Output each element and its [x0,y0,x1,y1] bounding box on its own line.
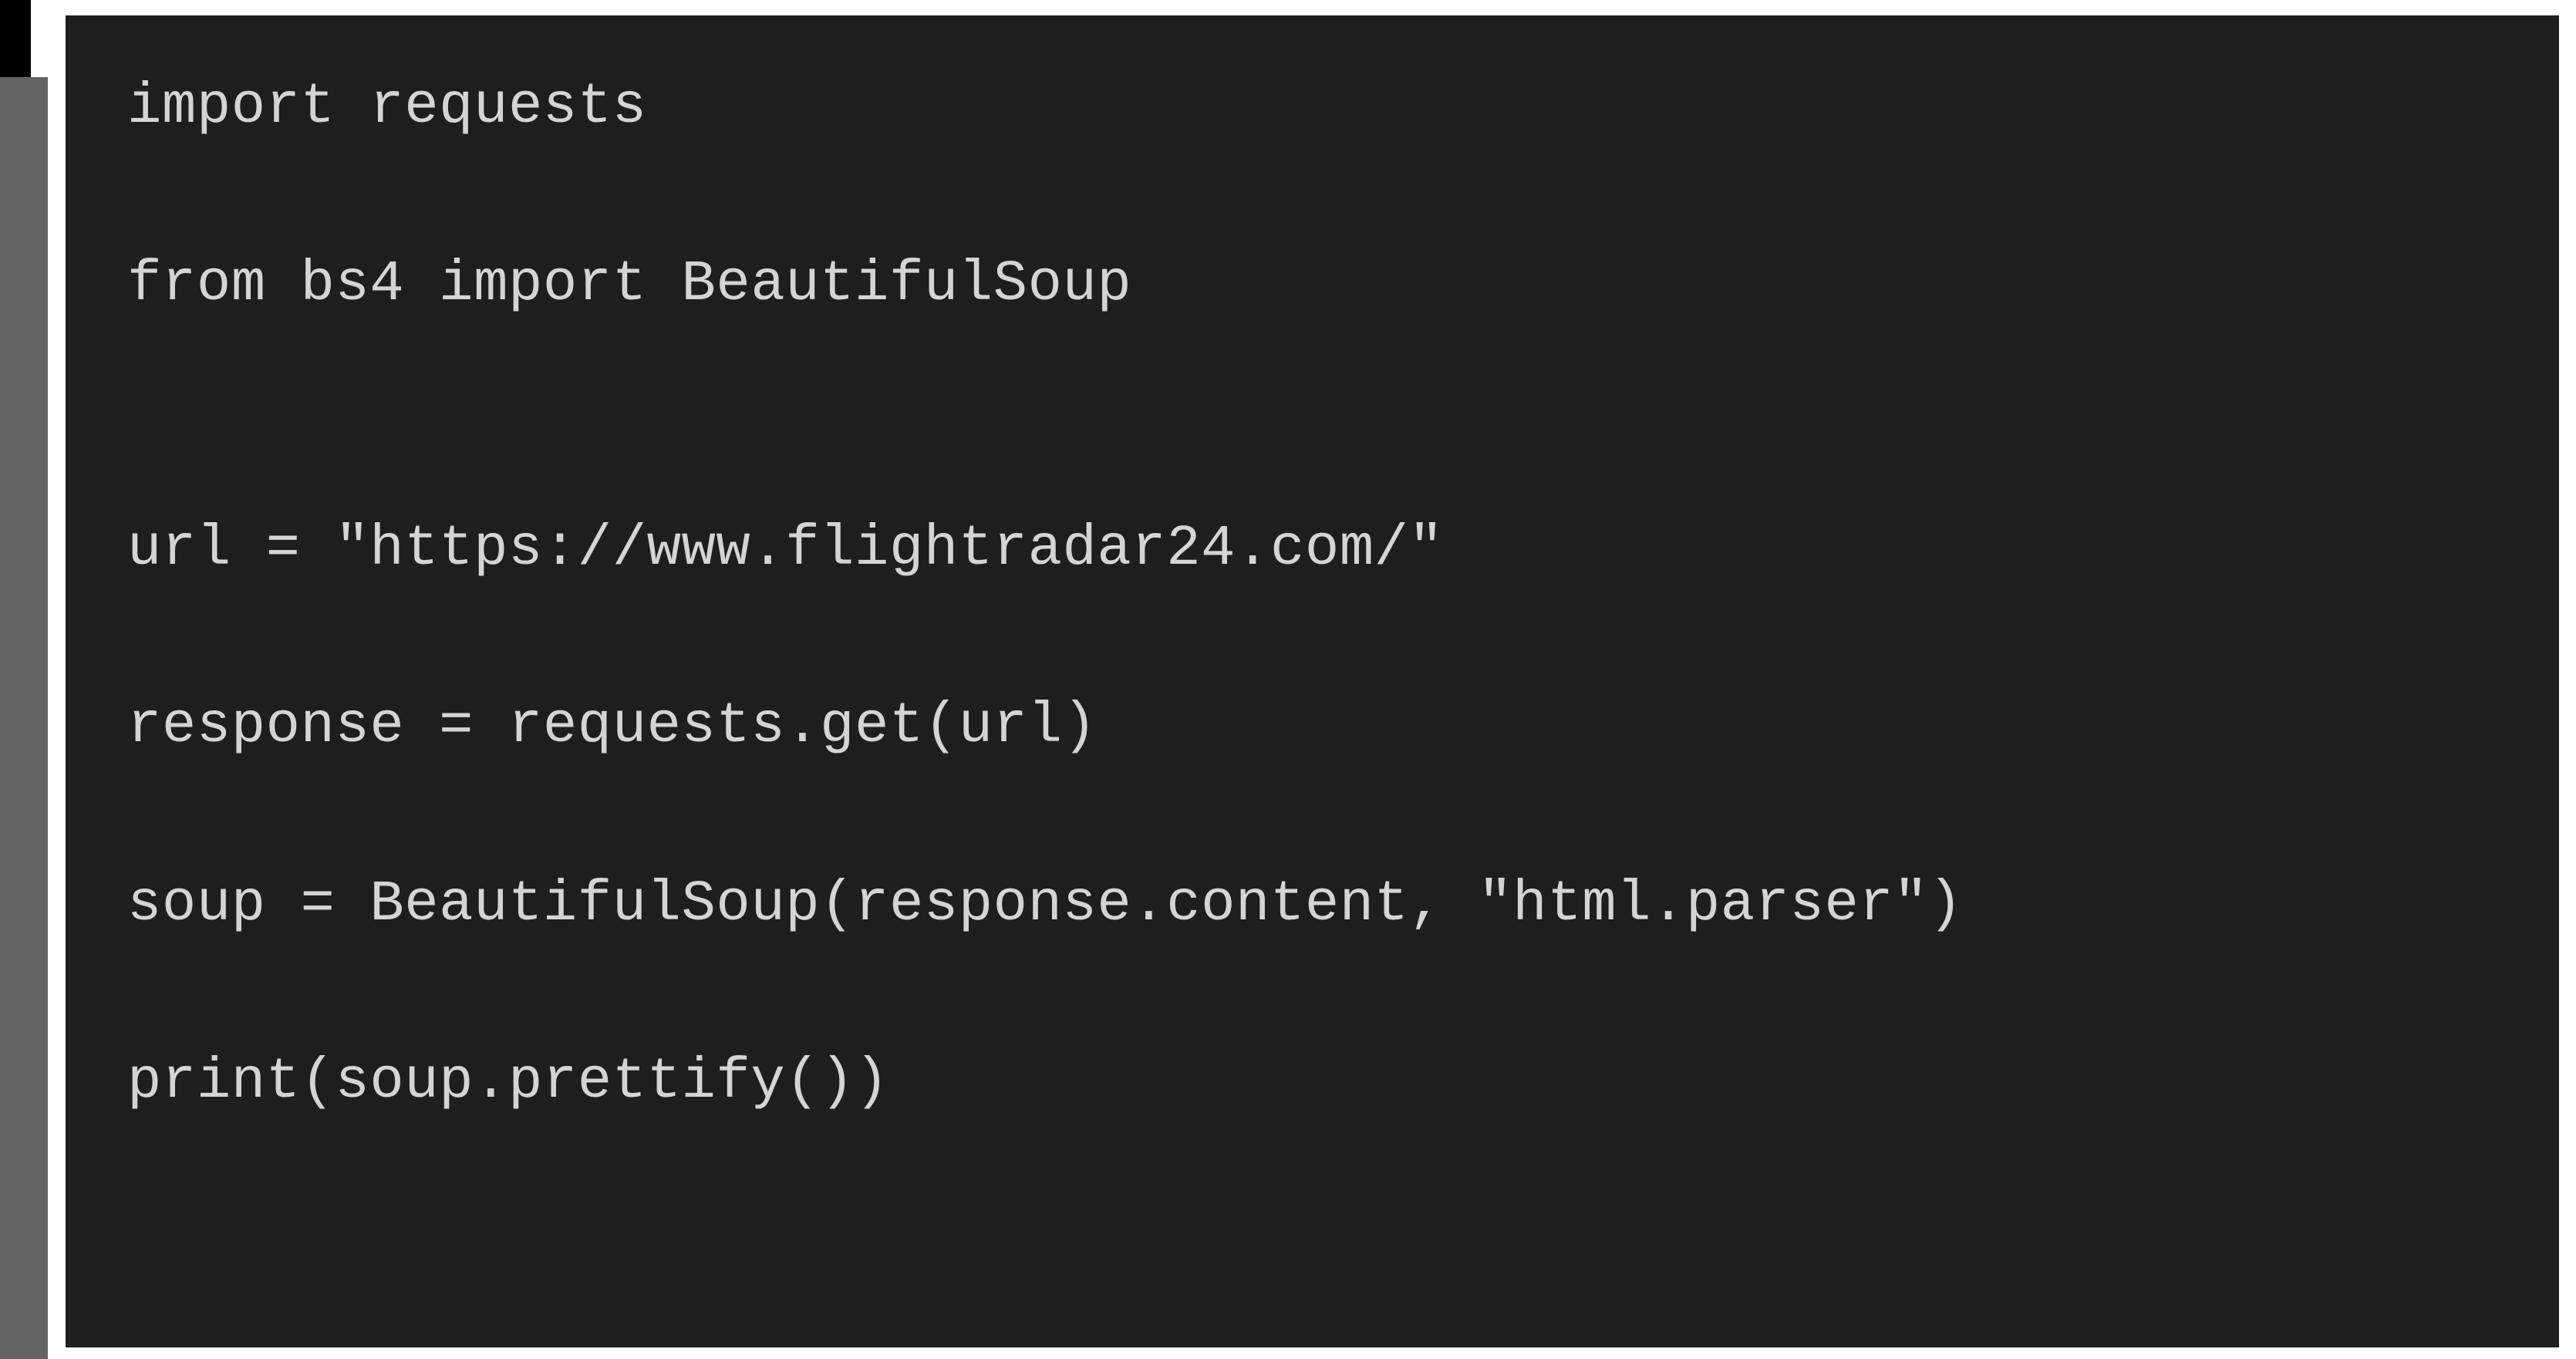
code-line[interactable]: import requests [127,62,2497,153]
outer-frame: import requests from bs4 import Beautifu… [0,0,2576,1359]
code-line[interactable]: from bs4 import BeautifulSoup [127,239,2497,330]
code-block: import requests from bs4 import Beautifu… [127,62,2497,1128]
code-line[interactable]: response = requests.get(url) [127,681,2497,772]
code-line[interactable]: url = "https://www.flightradar24.com/" [127,504,2497,595]
code-line[interactable]: print(soup.prettify()) [127,1037,2497,1128]
code-line[interactable]: soup = BeautifulSoup(response.content, "… [127,859,2497,950]
code-block-container: import requests from bs4 import Beautifu… [66,15,2559,1347]
left-accent-bar [0,0,31,77]
gray-tab-bar [0,77,48,1359]
